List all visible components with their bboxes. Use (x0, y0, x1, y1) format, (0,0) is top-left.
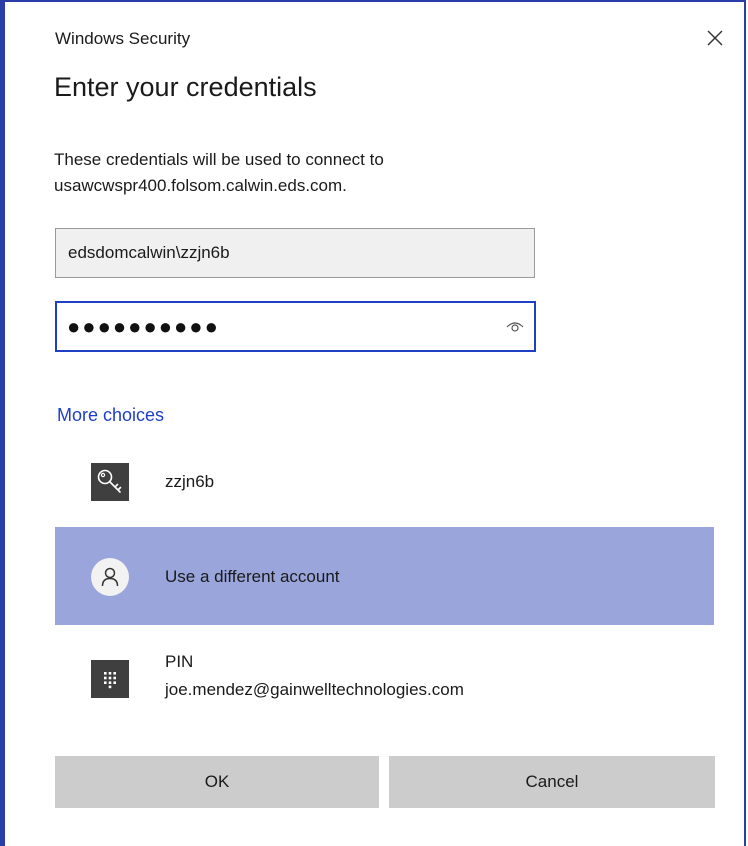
username-field[interactable] (55, 228, 535, 278)
pin-keypad-icon (104, 672, 116, 689)
cancel-button[interactable]: Cancel (389, 756, 715, 808)
dialog-description: These credentials will be used to connec… (54, 147, 674, 199)
description-line-1: These credentials will be used to connec… (54, 150, 384, 169)
person-avatar (91, 558, 129, 596)
key-icon (97, 469, 122, 493)
eye-icon (506, 322, 524, 332)
person-icon (101, 567, 119, 587)
dialog-app-title: Windows Security (55, 29, 191, 48)
reveal-password-button[interactable] (504, 316, 526, 336)
ok-button[interactable]: OK (55, 756, 379, 808)
credentials-dialog: Windows Security Enter your credentials … (5, 2, 744, 846)
password-field-container: ●●●●●●●●●● (55, 301, 536, 352)
choice-saved-credential-label: zzjn6b (165, 472, 215, 491)
choice-different-account[interactable]: Use a different account (55, 527, 714, 625)
choice-saved-credential[interactable]: zzjn6b (55, 442, 714, 522)
key-tile (91, 463, 129, 501)
pin-tile (91, 660, 129, 698)
choice-different-account-label: Use a different account (165, 567, 340, 586)
close-icon (707, 30, 723, 46)
dialog-heading: Enter your credentials (54, 72, 317, 102)
description-line-2: usawcwspr400.folsom.calwin.eds.com. (54, 176, 347, 195)
choice-pin-label: PIN (165, 652, 194, 671)
more-choices-link[interactable]: More choices (57, 405, 164, 426)
choice-pin[interactable]: PIN joe.mendez@gainwelltechnologies.com (55, 632, 714, 732)
close-button[interactable] (695, 20, 735, 56)
password-field[interactable]: ●●●●●●●●●● (57, 303, 487, 350)
choice-pin-account: joe.mendez@gainwelltechnologies.com (165, 680, 464, 699)
